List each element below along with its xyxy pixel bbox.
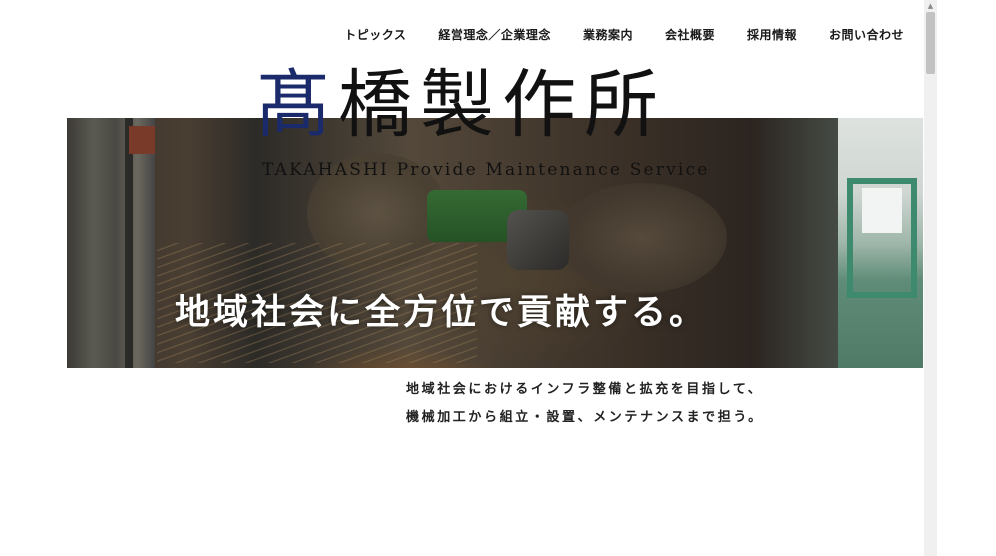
nav-services[interactable]: 業務案内 bbox=[567, 26, 649, 43]
nav-recruit[interactable]: 採用情報 bbox=[731, 26, 813, 43]
main-nav: トピックス 経営理念／企業理念 業務案内 会社概要 採用情報 お問い合わせ bbox=[328, 26, 904, 43]
nav-contact[interactable]: お問い合わせ bbox=[813, 26, 904, 43]
scroll-up-arrow-icon[interactable]: ▲ bbox=[924, 0, 937, 12]
intro-line-1: 地域社会におけるインフラ整備と拡充を目指して、 bbox=[406, 382, 764, 397]
hero-tagline: 地域社会に全方位で貢献する。 bbox=[175, 292, 708, 333]
hero-machinery-bar bbox=[125, 118, 133, 368]
nav-philosophy[interactable]: 経営理念／企業理念 bbox=[422, 26, 567, 43]
nav-company[interactable]: 会社概要 bbox=[649, 26, 731, 43]
intro-text: 地域社会におけるインフラ整備と拡充を目指して、 機械加工から組立・設置、メンテナ… bbox=[406, 376, 764, 432]
hero-machinery-red-part bbox=[129, 126, 155, 154]
logo-first-char: 髙 bbox=[256, 62, 338, 148]
hero-machine-window bbox=[862, 188, 902, 233]
logo-subtitle: TAKAHASHI Provide Maintenance Service bbox=[262, 160, 710, 180]
site-logo[interactable]: 髙橋製作所 TAKAHASHI Provide Maintenance Serv… bbox=[256, 60, 746, 190]
intro-line-2: 機械加工から組立・設置、メンテナンスまで担う。 bbox=[406, 410, 764, 425]
page: 地域社会に全方位で貢献する。 髙橋製作所 TAKAHASHI Provide M… bbox=[0, 0, 996, 556]
vertical-scrollbar[interactable]: ▲ bbox=[924, 0, 937, 556]
hero-machinery-left bbox=[67, 118, 155, 368]
nav-topics[interactable]: トピックス bbox=[328, 26, 422, 43]
logo-rest-chars: 橋製作所 bbox=[338, 62, 666, 148]
scrollbar-thumb[interactable] bbox=[926, 12, 935, 74]
logo-wordmark: 髙橋製作所 bbox=[256, 60, 666, 150]
